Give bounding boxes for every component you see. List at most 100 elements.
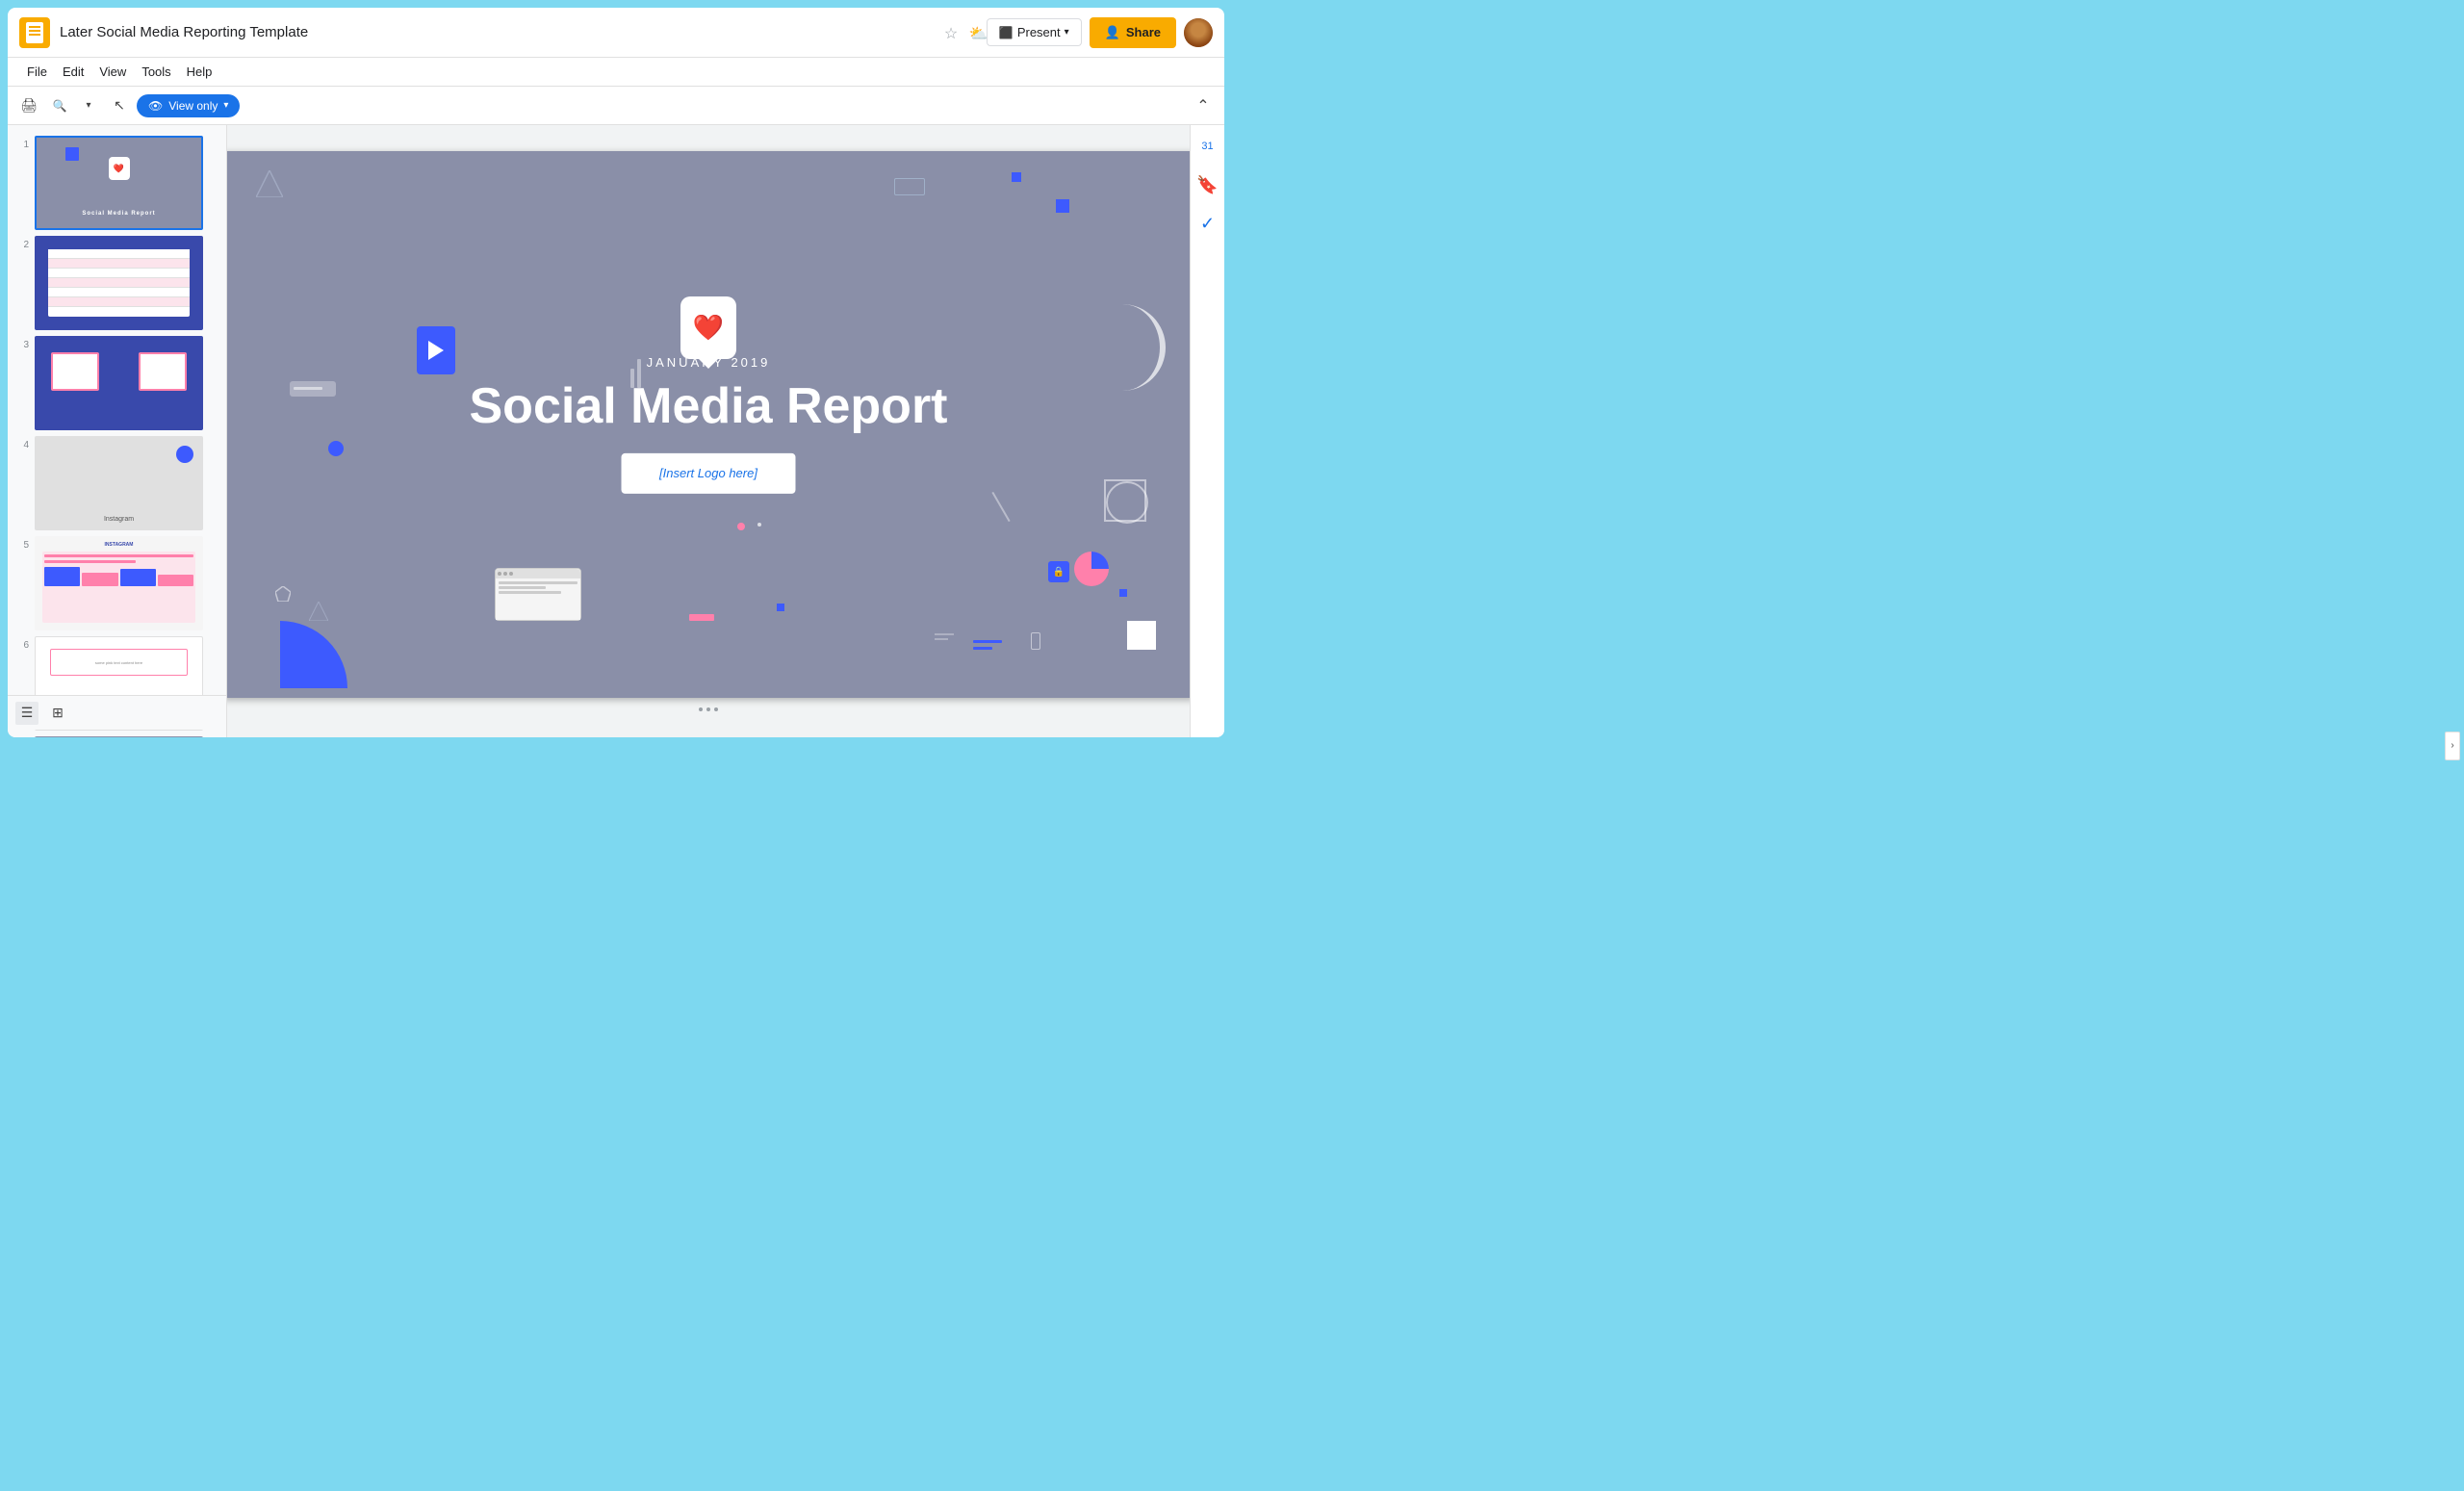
slide-4-label: Instagram bbox=[37, 516, 201, 523]
view-only-label: View only bbox=[168, 99, 218, 113]
slide-number-4: 4 bbox=[15, 440, 29, 450]
share-label: Share bbox=[1126, 25, 1161, 39]
nav-dot-2 bbox=[706, 707, 710, 711]
slide-thumb-7[interactable]: Instagram Stories bbox=[35, 736, 203, 737]
slide-number-1: 1 bbox=[15, 140, 29, 150]
grid-view-button[interactable]: ⊞ bbox=[46, 702, 69, 725]
nav-dot-1 bbox=[699, 707, 703, 711]
present-icon: ⬛ bbox=[999, 26, 1014, 39]
deco-white-dot bbox=[757, 523, 761, 527]
deco-sq-lower bbox=[777, 604, 784, 611]
view-controls: ☰ ⊞ bbox=[15, 702, 69, 725]
deco-rect-top bbox=[894, 178, 925, 195]
slide-item-3[interactable]: 3 bbox=[8, 333, 226, 433]
star-icon[interactable]: ☆ bbox=[944, 24, 962, 41]
slide-title-area: JANUARY 2019 Social Media Report [Insert… bbox=[470, 355, 948, 494]
title-right: ⬛ Present ▾ 👤 Share bbox=[987, 17, 1213, 48]
slide-number-6: 6 bbox=[15, 640, 29, 651]
share-icon: 👤 bbox=[1105, 25, 1120, 40]
eye-icon: 👁 bbox=[148, 99, 163, 113]
slide-thumb-4[interactable]: Instagram bbox=[35, 436, 203, 530]
slide-date: JANUARY 2019 bbox=[470, 355, 948, 370]
view-only-dropdown[interactable]: ▾ bbox=[223, 100, 228, 111]
deco-play-button bbox=[417, 326, 455, 374]
deco-sq-tr bbox=[1056, 199, 1069, 213]
slide-item-1[interactable]: 1 ❤️ Social Media Report bbox=[8, 133, 226, 233]
sidebar-calendar-icon[interactable]: 31 bbox=[1194, 133, 1221, 160]
slide-main-title: Social Media Report bbox=[470, 379, 948, 434]
deco-pie bbox=[1073, 551, 1110, 592]
deco-sq-blue-top bbox=[1012, 172, 1021, 182]
slide-canvas: 🔒 bbox=[227, 151, 1190, 698]
calendar-date: 31 bbox=[1198, 137, 1218, 156]
deco-tri-bl bbox=[309, 602, 328, 621]
collapse-button[interactable]: ⌃ bbox=[1190, 92, 1217, 119]
slide-item-4[interactable]: 4 Instagram bbox=[8, 433, 226, 533]
deco-pencil bbox=[991, 492, 1010, 522]
heart-bubble: ❤️ bbox=[680, 296, 736, 359]
deco-pentagon bbox=[275, 586, 291, 602]
select-tool[interactable]: ↖ bbox=[106, 92, 133, 119]
slide-bottom-controls: ☰ ⊞ bbox=[8, 695, 226, 730]
deco-dot-blue bbox=[328, 441, 344, 456]
deco-dashes-right bbox=[935, 633, 954, 640]
slide-number-5: 5 bbox=[15, 540, 29, 551]
menu-file[interactable]: File bbox=[19, 61, 55, 83]
cloud-icon[interactable]: ⛅ bbox=[969, 24, 987, 41]
present-button[interactable]: ⬛ Present ▾ bbox=[987, 18, 1082, 46]
sidebar-bookmark-icon[interactable]: 🔖 bbox=[1194, 171, 1221, 198]
logo-placeholder-box[interactable]: [Insert Logo here] bbox=[621, 453, 796, 494]
menu-bar: File Edit View Tools Help bbox=[8, 58, 1224, 87]
deco-pink-rect bbox=[689, 614, 714, 621]
menu-edit[interactable]: Edit bbox=[55, 61, 91, 83]
print-button[interactable]: 🖨 bbox=[15, 92, 42, 119]
slide-thumb-1[interactable]: ❤️ Social Media Report bbox=[35, 136, 203, 230]
deco-sq-white-br bbox=[1127, 621, 1156, 650]
content-area: 1 ❤️ Social Media Report 2 bbox=[8, 125, 1224, 737]
slide-thumb-3[interactable] bbox=[35, 336, 203, 430]
slide-number-2: 2 bbox=[15, 240, 29, 250]
logo-placeholder-text: [Insert Logo here] bbox=[659, 466, 757, 480]
slide-panel: 1 ❤️ Social Media Report 2 bbox=[8, 125, 227, 737]
present-dropdown-arrow[interactable]: ▾ bbox=[1065, 27, 1069, 38]
deco-pink-dot1 bbox=[737, 523, 745, 530]
nav-dot-3 bbox=[714, 707, 718, 711]
zoom-group: 🔍 ▾ bbox=[46, 92, 102, 119]
zoom-dropdown[interactable]: ▾ bbox=[75, 92, 102, 119]
slide-item-7[interactable]: 7 Instagram Stories bbox=[8, 733, 226, 737]
view-only-button[interactable]: 👁 View only ▾ bbox=[137, 94, 240, 117]
document-title: Later Social Media Reporting Template bbox=[60, 24, 937, 40]
slide-nav-dots bbox=[699, 707, 718, 711]
avatar[interactable] bbox=[1184, 18, 1213, 47]
deco-quarter-circle bbox=[280, 621, 347, 688]
slide-thumb-5[interactable]: INSTAGRAM bbox=[35, 536, 203, 630]
deco-lines-br bbox=[973, 640, 1002, 650]
deco-arc-white bbox=[1113, 304, 1166, 391]
deco-circle bbox=[1104, 479, 1146, 522]
present-label: Present bbox=[1017, 25, 1061, 39]
deco-phone bbox=[1031, 632, 1040, 650]
slide-thumb-2[interactable] bbox=[35, 236, 203, 330]
toolbar: 🖨 🔍 ▾ ↖ 👁 View only ▾ ⌃ bbox=[8, 87, 1224, 125]
right-sidebar: 31 🔖 ✓ bbox=[1190, 125, 1224, 737]
title-bar: Later Social Media Reporting Template ☆ … bbox=[8, 8, 1224, 58]
zoom-button[interactable]: 🔍 bbox=[46, 92, 73, 119]
menu-help[interactable]: Help bbox=[179, 61, 220, 83]
deco-browser bbox=[495, 568, 581, 621]
slide-item-5[interactable]: 5 INSTAGRAM bbox=[8, 533, 226, 633]
deco-lock: 🔒 bbox=[1048, 561, 1069, 582]
slide-number-3: 3 bbox=[15, 340, 29, 350]
menu-tools[interactable]: Tools bbox=[134, 61, 178, 83]
deco-speech bbox=[290, 381, 336, 397]
app-icon bbox=[19, 17, 50, 48]
sidebar-check-icon[interactable]: ✓ bbox=[1194, 210, 1221, 237]
deco-sq-small-br bbox=[1119, 589, 1127, 597]
title-icons: ☆ ⛅ bbox=[944, 24, 987, 41]
slide-5-label: INSTAGRAM bbox=[37, 542, 201, 548]
slide-item-2[interactable]: 2 bbox=[8, 233, 226, 333]
share-button[interactable]: 👤 Share bbox=[1090, 17, 1176, 48]
menu-view[interactable]: View bbox=[91, 61, 134, 83]
list-view-button[interactable]: ☰ bbox=[15, 702, 38, 725]
main-slide-area: 🔒 bbox=[227, 125, 1190, 737]
deco-triangle-tl bbox=[256, 170, 283, 197]
